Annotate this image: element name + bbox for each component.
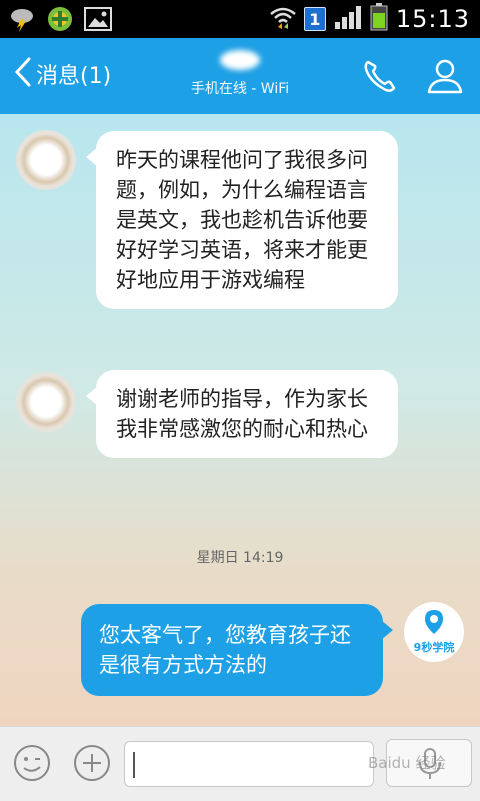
watermark: Baidu 经验 — [368, 754, 446, 772]
message-input[interactable] — [124, 741, 374, 787]
message-bubble[interactable]: 谢谢老师的指导，作为家长我非常感激您的耐心和热心 — [86, 370, 398, 458]
message-list[interactable]: 昨天的课程他问了我很多问题，例如，为什么编程语言是英文，我也趁机告诉他要好好学习… — [0, 114, 480, 726]
contact-avatar[interactable] — [16, 372, 76, 432]
wifi-icon — [270, 5, 296, 33]
signal-icon — [334, 5, 362, 33]
timestamp: 星期日 14:19 — [196, 550, 284, 566]
add-attachment-button[interactable] — [72, 743, 112, 783]
contact-name-redacted — [140, 46, 340, 74]
app-clover-icon — [46, 5, 74, 33]
location-pin-icon — [421, 609, 447, 639]
person-icon — [425, 59, 465, 100]
contact-status: 手机在线 - WiFi — [190, 81, 290, 97]
clock: 15:13 — [395, 5, 470, 33]
message-bubble[interactable]: 您太客气了，您教育孩子还是很有方式方法的 — [81, 604, 393, 696]
message-bubble[interactable]: 昨天的课程他问了我很多问题，例如，为什么编程语言是英文，我也趁机告诉他要好好学习… — [86, 131, 398, 309]
emoji-icon — [12, 745, 52, 787]
status-bar: 1 15:13 — [0, 0, 480, 38]
back-button[interactable]: 消息(1) — [14, 56, 111, 92]
emoji-button[interactable] — [12, 743, 52, 783]
gallery-icon — [84, 5, 112, 33]
contact-avatar[interactable] — [16, 130, 76, 190]
chat-header: 消息(1) 手机在线 - WiFi — [0, 38, 480, 114]
plus-icon — [72, 745, 112, 787]
battery-icon — [370, 3, 388, 35]
weather-storm-icon — [8, 5, 36, 33]
self-avatar[interactable]: 9秒学院 — [404, 602, 464, 662]
self-avatar-logo-text: 9秒学院 — [413, 641, 455, 654]
phone-icon — [360, 60, 400, 100]
call-button[interactable] — [360, 56, 400, 96]
profile-button[interactable] — [425, 56, 465, 96]
contact-title: 手机在线 - WiFi — [140, 46, 340, 98]
notification-count-badge: 1 — [303, 7, 326, 31]
chevron-left-icon — [14, 56, 32, 92]
back-label: 消息(1) — [36, 64, 112, 89]
